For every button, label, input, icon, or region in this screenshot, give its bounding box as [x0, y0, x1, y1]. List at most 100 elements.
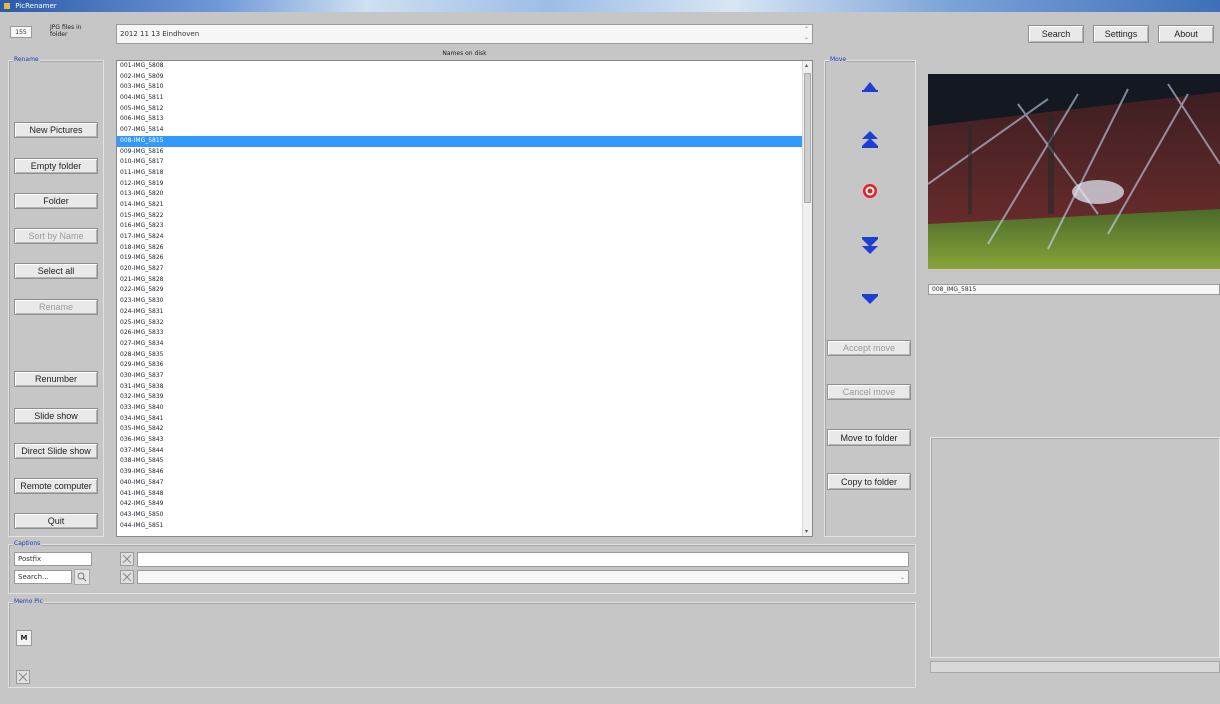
list-item[interactable]: 018-IMG_5826: [117, 243, 812, 254]
list-item[interactable]: 006-IMG_5813: [117, 114, 812, 125]
list-item[interactable]: 007-IMG_5814: [117, 125, 812, 136]
folder-path: 2012 11 13 Eindhoven: [120, 30, 200, 38]
list-item[interactable]: 025-IMG_5832: [117, 318, 812, 329]
clear-caption2-button[interactable]: [120, 570, 134, 584]
rename-button-sort-by-name[interactable]: Sort by Name: [14, 228, 98, 244]
clear-memo-button[interactable]: [16, 670, 30, 684]
list-item[interactable]: 022-IMG_5829: [117, 285, 812, 296]
double-arrow-up-icon: [862, 131, 878, 148]
list-item[interactable]: 016-IMG_5823: [117, 221, 812, 232]
accept-move-button[interactable]: Accept move: [827, 340, 911, 356]
scroll-up-icon[interactable]: ▴: [805, 62, 808, 69]
rename-button-rename[interactable]: Rename: [14, 299, 98, 315]
list-item[interactable]: 011-IMG_5818: [117, 168, 812, 179]
list-item[interactable]: 038-IMG_5845: [117, 456, 812, 467]
cancel-move-button[interactable]: Cancel move: [827, 384, 911, 400]
list-item[interactable]: 034-IMG_5841: [117, 414, 812, 425]
list-item[interactable]: 005-IMG_5812: [117, 104, 812, 115]
rename-button-quit[interactable]: Quit: [14, 513, 98, 529]
list-item[interactable]: 032-IMG_5839: [117, 392, 812, 403]
list-item[interactable]: 028-IMG_5835: [117, 350, 812, 361]
list-item[interactable]: 009-IMG_5816: [117, 147, 812, 158]
list-item[interactable]: 044-IMG_5851: [117, 521, 812, 532]
list-item[interactable]: 004-IMG_5811: [117, 93, 812, 104]
scroll-down-icon[interactable]: ▾: [805, 528, 808, 535]
arrow-down-icon: [862, 294, 878, 304]
jpg-files-label: JPG files in folder: [50, 24, 82, 38]
about-button[interactable]: About: [1158, 25, 1214, 43]
move-up-button[interactable]: [856, 76, 884, 98]
list-item[interactable]: 020-IMG_5827: [117, 264, 812, 275]
settings-button[interactable]: Settings: [1093, 25, 1149, 43]
list-item[interactable]: 026-IMG_5833: [117, 328, 812, 339]
list-item[interactable]: 013-IMG_5820: [117, 189, 812, 200]
list-item[interactable]: 008-IMG_5815: [117, 135, 812, 147]
list-item[interactable]: 014-IMG_5821: [117, 200, 812, 211]
list-item[interactable]: 029-IMG_5836: [117, 360, 812, 371]
rename-button-slide-show[interactable]: Slide show: [14, 408, 98, 424]
list-item[interactable]: 019-IMG_5826: [117, 253, 812, 264]
list-item[interactable]: 037-IMG_5844: [117, 446, 812, 457]
chevron-down-icon[interactable]: ⌄: [900, 574, 905, 581]
file-list[interactable]: 001-IMG_5808 002-IMG_5809 003-IMG_5810 004-…: [116, 60, 813, 537]
rename-button-select-all[interactable]: Select all: [14, 263, 98, 279]
list-item[interactable]: 043-IMG_5850: [117, 510, 812, 521]
rename-button-empty-folder[interactable]: Empty folder: [14, 158, 98, 174]
list-item[interactable]: 031-IMG_5838: [117, 382, 812, 393]
search-button[interactable]: Search: [1028, 25, 1084, 43]
rename-button-new-pictures[interactable]: New Pictures: [14, 122, 98, 138]
caption-search-field[interactable]: Search...: [14, 570, 72, 584]
rename-group-title: Rename: [13, 56, 40, 64]
rename-button-direct-slide-show[interactable]: Direct Slide show: [14, 443, 98, 459]
list-item[interactable]: 024-IMG_5831: [117, 307, 812, 318]
list-item[interactable]: 027-IMG_5834: [117, 339, 812, 350]
memo-group: Memo Pic: [8, 598, 916, 688]
clear-caption-button[interactable]: [120, 552, 134, 566]
app-icon: [4, 3, 10, 9]
list-item[interactable]: 015-IMG_5822: [117, 211, 812, 222]
move-group-title: Move: [829, 56, 848, 64]
caption-field[interactable]: [137, 552, 909, 567]
list-item[interactable]: 021-IMG_5828: [117, 275, 812, 286]
magnifier-button[interactable]: [74, 569, 90, 585]
list-item[interactable]: 012-IMG_5819: [117, 179, 812, 190]
rename-button-remote-computer[interactable]: Remote computer: [14, 478, 98, 494]
move-to-folder-button[interactable]: Move to folder: [827, 429, 911, 446]
list-item[interactable]: 017-IMG_5824: [117, 232, 812, 243]
list-scrollbar[interactable]: ▴ ▾: [802, 61, 812, 536]
list-item[interactable]: 041-IMG_5848: [117, 489, 812, 500]
captions-group-title: Captions: [13, 540, 42, 548]
list-item[interactable]: 036-IMG_5843: [117, 435, 812, 446]
list-item[interactable]: 039-IMG_5846: [117, 467, 812, 478]
rename-button-renumber[interactable]: Renumber: [14, 371, 98, 387]
file-count: 155: [10, 26, 32, 38]
spinner-icon[interactable]: ⌃ ⌄: [804, 26, 809, 42]
list-item[interactable]: 003-IMG_5810: [117, 82, 812, 93]
list-item[interactable]: 035-IMG_5842: [117, 424, 812, 435]
move-to-top-button[interactable]: [856, 129, 884, 151]
list-item[interactable]: 010-IMG_5817: [117, 157, 812, 168]
memo-m-button[interactable]: M: [16, 630, 32, 646]
move-down-button[interactable]: [856, 288, 884, 310]
list-item[interactable]: 023-IMG_5830: [117, 296, 812, 307]
list-item[interactable]: 001-IMG_5808: [117, 61, 812, 72]
list-item[interactable]: 002-IMG_5809: [117, 72, 812, 83]
copy-to-folder-button[interactable]: Copy to folder: [827, 473, 911, 490]
list-item[interactable]: 030-IMG_5837: [117, 371, 812, 382]
target-button[interactable]: [856, 180, 884, 202]
main-window: 155 JPG files in folder 2012 11 13 Eindh…: [0, 12, 1220, 704]
rename-button-folder[interactable]: Folder: [14, 193, 98, 209]
caption2-select[interactable]: ⌄: [137, 570, 909, 584]
postfix-field[interactable]: Postfix: [14, 552, 92, 566]
progress-bar: [930, 661, 1220, 673]
search-icon: [77, 572, 87, 582]
folder-path-field[interactable]: 2012 11 13 Eindhoven ⌃ ⌄: [116, 24, 813, 44]
list-item[interactable]: 042-IMG_5849: [117, 499, 812, 510]
close-icon: [122, 554, 132, 564]
scroll-thumb[interactable]: [804, 73, 811, 203]
move-to-bottom-button[interactable]: [856, 234, 884, 256]
list-item[interactable]: 033-IMG_5840: [117, 403, 812, 414]
photo-preview: [928, 74, 1220, 269]
stadium-image: [928, 74, 1220, 269]
list-item[interactable]: 040-IMG_5847: [117, 478, 812, 489]
